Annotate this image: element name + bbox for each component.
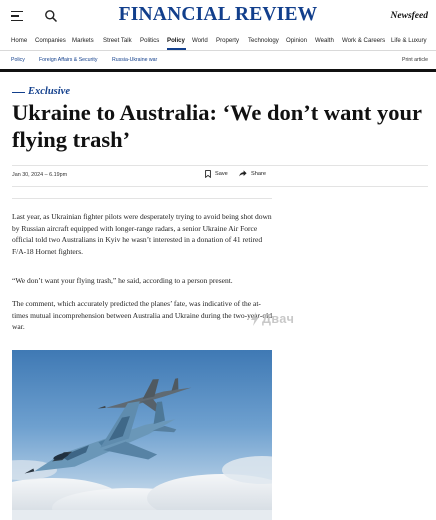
meta-divider [12,165,428,166]
nav-item-wealth[interactable]: Wealth [315,37,334,44]
breadcrumb-russia-ukraine-war[interactable]: Russia-Ukraine war [112,57,157,63]
kicker-label: Exclusive [28,86,70,97]
article-paragraph: The comment, which accurately predicted … [12,299,272,332]
fighter-jets-image [12,350,272,520]
bookmark-icon [205,170,211,178]
lightning-icon [251,312,259,326]
header-rule [0,69,436,72]
breadcrumb: Policy Foreign Affairs & Security Russia… [0,51,436,69]
nav-item-technology[interactable]: Technology [248,37,279,44]
nav-item-property[interactable]: Property [216,37,239,44]
share-button[interactable]: Share [239,170,266,177]
breadcrumb-policy[interactable]: Policy [11,57,25,63]
save-label: Save [215,171,228,177]
watermark: Двач [250,312,294,326]
print-article-link[interactable]: Print article [402,57,428,63]
publish-date: Jan 30, 2024 – 6.19pm [12,172,68,178]
share-arrow-icon [239,170,247,177]
article-headline: Ukraine to Australia: ‘We don’t want you… [12,100,422,152]
newsfeed-link[interactable]: Newsfeed [391,11,428,21]
save-button[interactable]: Save [205,170,228,178]
article-paragraph: Last year, as Ukrainian fighter pilots w… [12,212,272,256]
article-paragraph: “We don’t want your flying trash,” he sa… [12,276,233,285]
breadcrumb-foreign-affairs[interactable]: Foreign Affairs & Security [39,57,97,63]
nav-item-world[interactable]: World [192,37,208,44]
nav-item-life-luxury[interactable]: Life & Luxury [391,37,427,44]
nav-item-companies[interactable]: Companies [35,37,66,44]
kicker-line [12,92,25,93]
nav-item-politics[interactable]: Politics [140,37,159,44]
nav-item-work-careers[interactable]: Work & Careers [342,37,385,44]
site-logo[interactable]: FINANCIAL REVIEW [0,4,436,26]
nav-item-policy[interactable]: Policy [167,37,185,44]
nav-item-opinion[interactable]: Opinion [286,37,307,44]
meta-divider [12,186,428,187]
article-photo [12,350,272,520]
nav-item-street-talk[interactable]: Street Talk [103,37,132,44]
body-divider [12,198,272,199]
nav-item-markets[interactable]: Markets [72,37,94,44]
top-bar: FINANCIAL REVIEW Newsfeed [0,0,436,34]
watermark-text: Двач [262,312,295,326]
share-label: Share [251,170,266,177]
nav-item-home[interactable]: Home [11,37,27,44]
main-nav: Home Companies Markets Street Talk Polit… [0,34,436,51]
